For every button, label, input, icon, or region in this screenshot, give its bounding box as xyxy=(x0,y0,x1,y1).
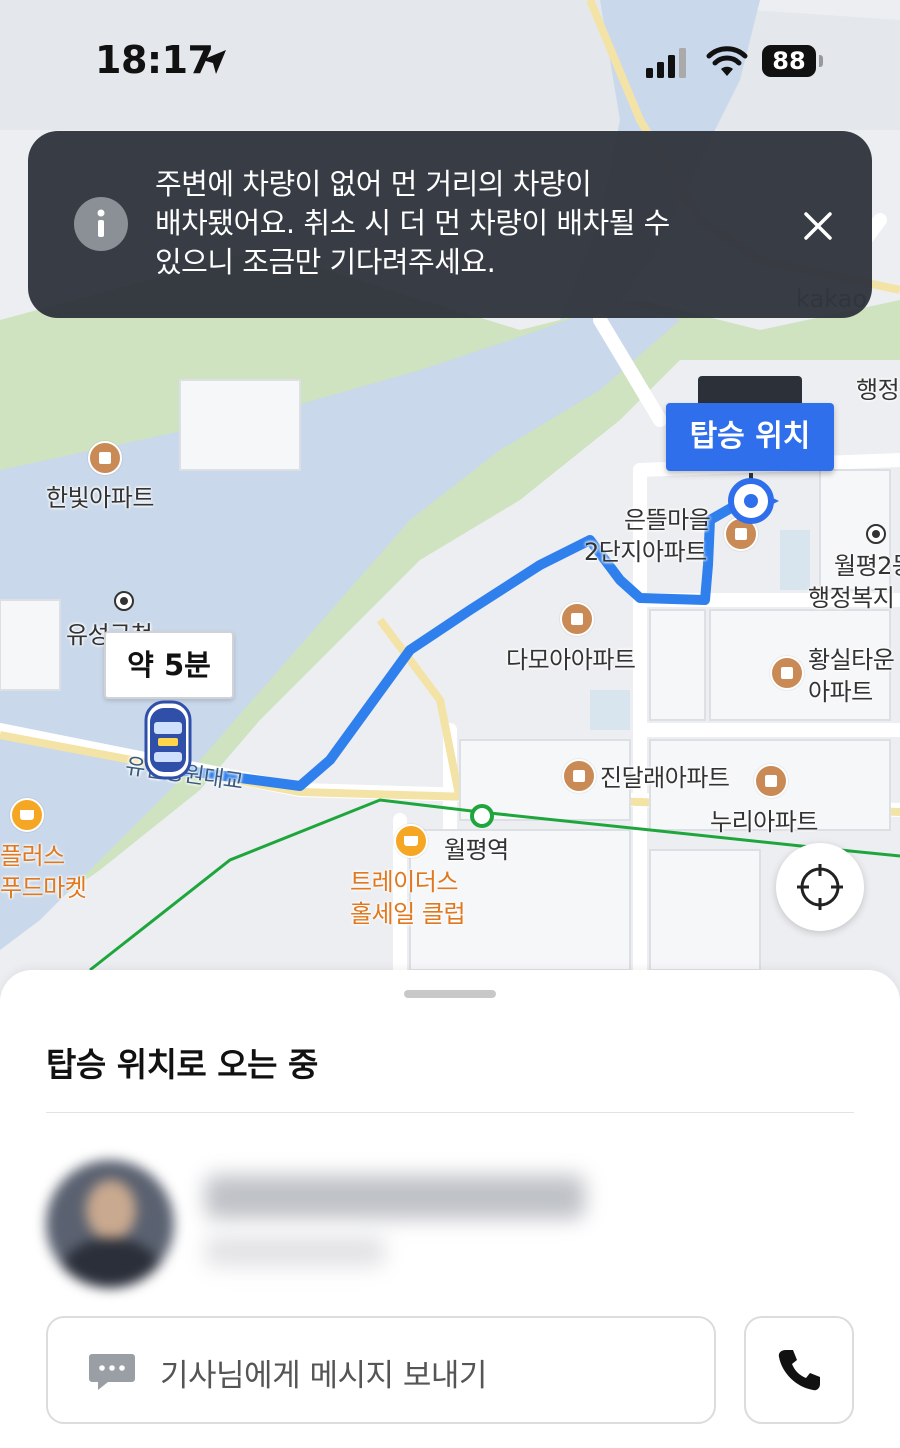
government-poi-icon[interactable] xyxy=(114,591,134,611)
crosshair-icon xyxy=(797,864,843,910)
notice-message: 주변에 차량이 없어 먼 거리의 차량이 배차됐어요. 취소 시 더 먼 차량이… xyxy=(155,165,735,282)
taxi-car-icon xyxy=(144,700,192,780)
map-label-nuri[interactable]: 누리아파트 xyxy=(710,802,818,837)
map-label-hwangsil-1[interactable]: 황실타운 xyxy=(808,640,895,675)
notice-line: 주변에 차량이 없어 먼 거리의 차량이 xyxy=(155,167,592,201)
shopping-icon[interactable] xyxy=(394,824,428,858)
call-driver-button[interactable] xyxy=(744,1316,854,1424)
notice-line: 있으니 조금만 기다려주세요. xyxy=(155,245,496,279)
chat-bubble-icon xyxy=(89,1354,135,1390)
vehicle-info-redacted xyxy=(205,1235,385,1267)
ride-status-title: 탑승 위치로 오는 중 xyxy=(46,1045,318,1084)
map-label-wolpyeong2-2[interactable]: 행정복지 xyxy=(808,578,895,613)
status-bar: 18:17 88 xyxy=(0,0,900,120)
map-label-traders-2[interactable]: 홀세일 클럽 xyxy=(350,894,466,929)
pickup-marker-backing xyxy=(698,376,802,406)
apartment-icon[interactable] xyxy=(770,656,804,690)
driver-info-redacted xyxy=(205,1175,585,1219)
info-icon xyxy=(74,197,128,251)
location-arrow-icon xyxy=(202,50,226,74)
apartment-icon[interactable] xyxy=(754,764,788,798)
map-label-eunttuel-2[interactable]: 2단지아파트 xyxy=(584,532,707,567)
battery-level: 88 xyxy=(762,45,823,77)
map-label-plus-2[interactable]: 푸드마켓 xyxy=(0,868,87,903)
current-location-button[interactable] xyxy=(776,843,864,931)
pickup-pin-icon xyxy=(728,473,779,524)
sheet-drag-handle[interactable] xyxy=(404,990,496,998)
map-label-wolpyeong2-1[interactable]: 월평2동 xyxy=(834,546,900,581)
shopping-icon[interactable] xyxy=(10,798,44,832)
apartment-icon[interactable] xyxy=(88,441,122,475)
eta-label: 약 5분 xyxy=(104,631,234,699)
driver-avatar xyxy=(46,1160,174,1288)
government-poi-icon[interactable] xyxy=(866,524,886,544)
close-icon[interactable] xyxy=(796,204,840,248)
message-placeholder[interactable]: 기사님에게 메시지 보내기 xyxy=(160,1350,487,1395)
cellular-signal-icon xyxy=(646,48,686,78)
pickup-location-tag[interactable]: 탑승 위치 xyxy=(666,403,834,471)
apartment-icon[interactable] xyxy=(560,602,594,636)
map-label-damo[interactable]: 다모아아파트 xyxy=(506,640,636,675)
notice-line: 배차됐어요. 취소 시 더 먼 차량이 배차될 수 xyxy=(155,206,670,240)
apartment-icon[interactable] xyxy=(562,759,596,793)
subway-station-icon[interactable] xyxy=(470,804,494,828)
map-label-eunttuel-1[interactable]: 은뜰마을 xyxy=(624,500,711,535)
map-label-plus-1[interactable]: 플러스 xyxy=(0,836,65,871)
map-label-hanbit[interactable]: 한빛아파트 xyxy=(46,478,154,513)
map-label-hwangsil-2[interactable]: 아파트 xyxy=(808,672,873,707)
map-label-jindallae[interactable]: 진달래아파트 xyxy=(600,758,730,793)
map-label-haengjeong-top[interactable]: 행정 xyxy=(856,370,900,405)
divider xyxy=(46,1112,854,1113)
status-time: 18:17 xyxy=(95,38,214,82)
map-label-traders-1[interactable]: 트레이더스 xyxy=(350,862,458,897)
map-label-wolpyeong-station[interactable]: 월평역 xyxy=(444,830,509,865)
wifi-icon xyxy=(706,46,748,76)
phone-icon xyxy=(778,1350,820,1391)
